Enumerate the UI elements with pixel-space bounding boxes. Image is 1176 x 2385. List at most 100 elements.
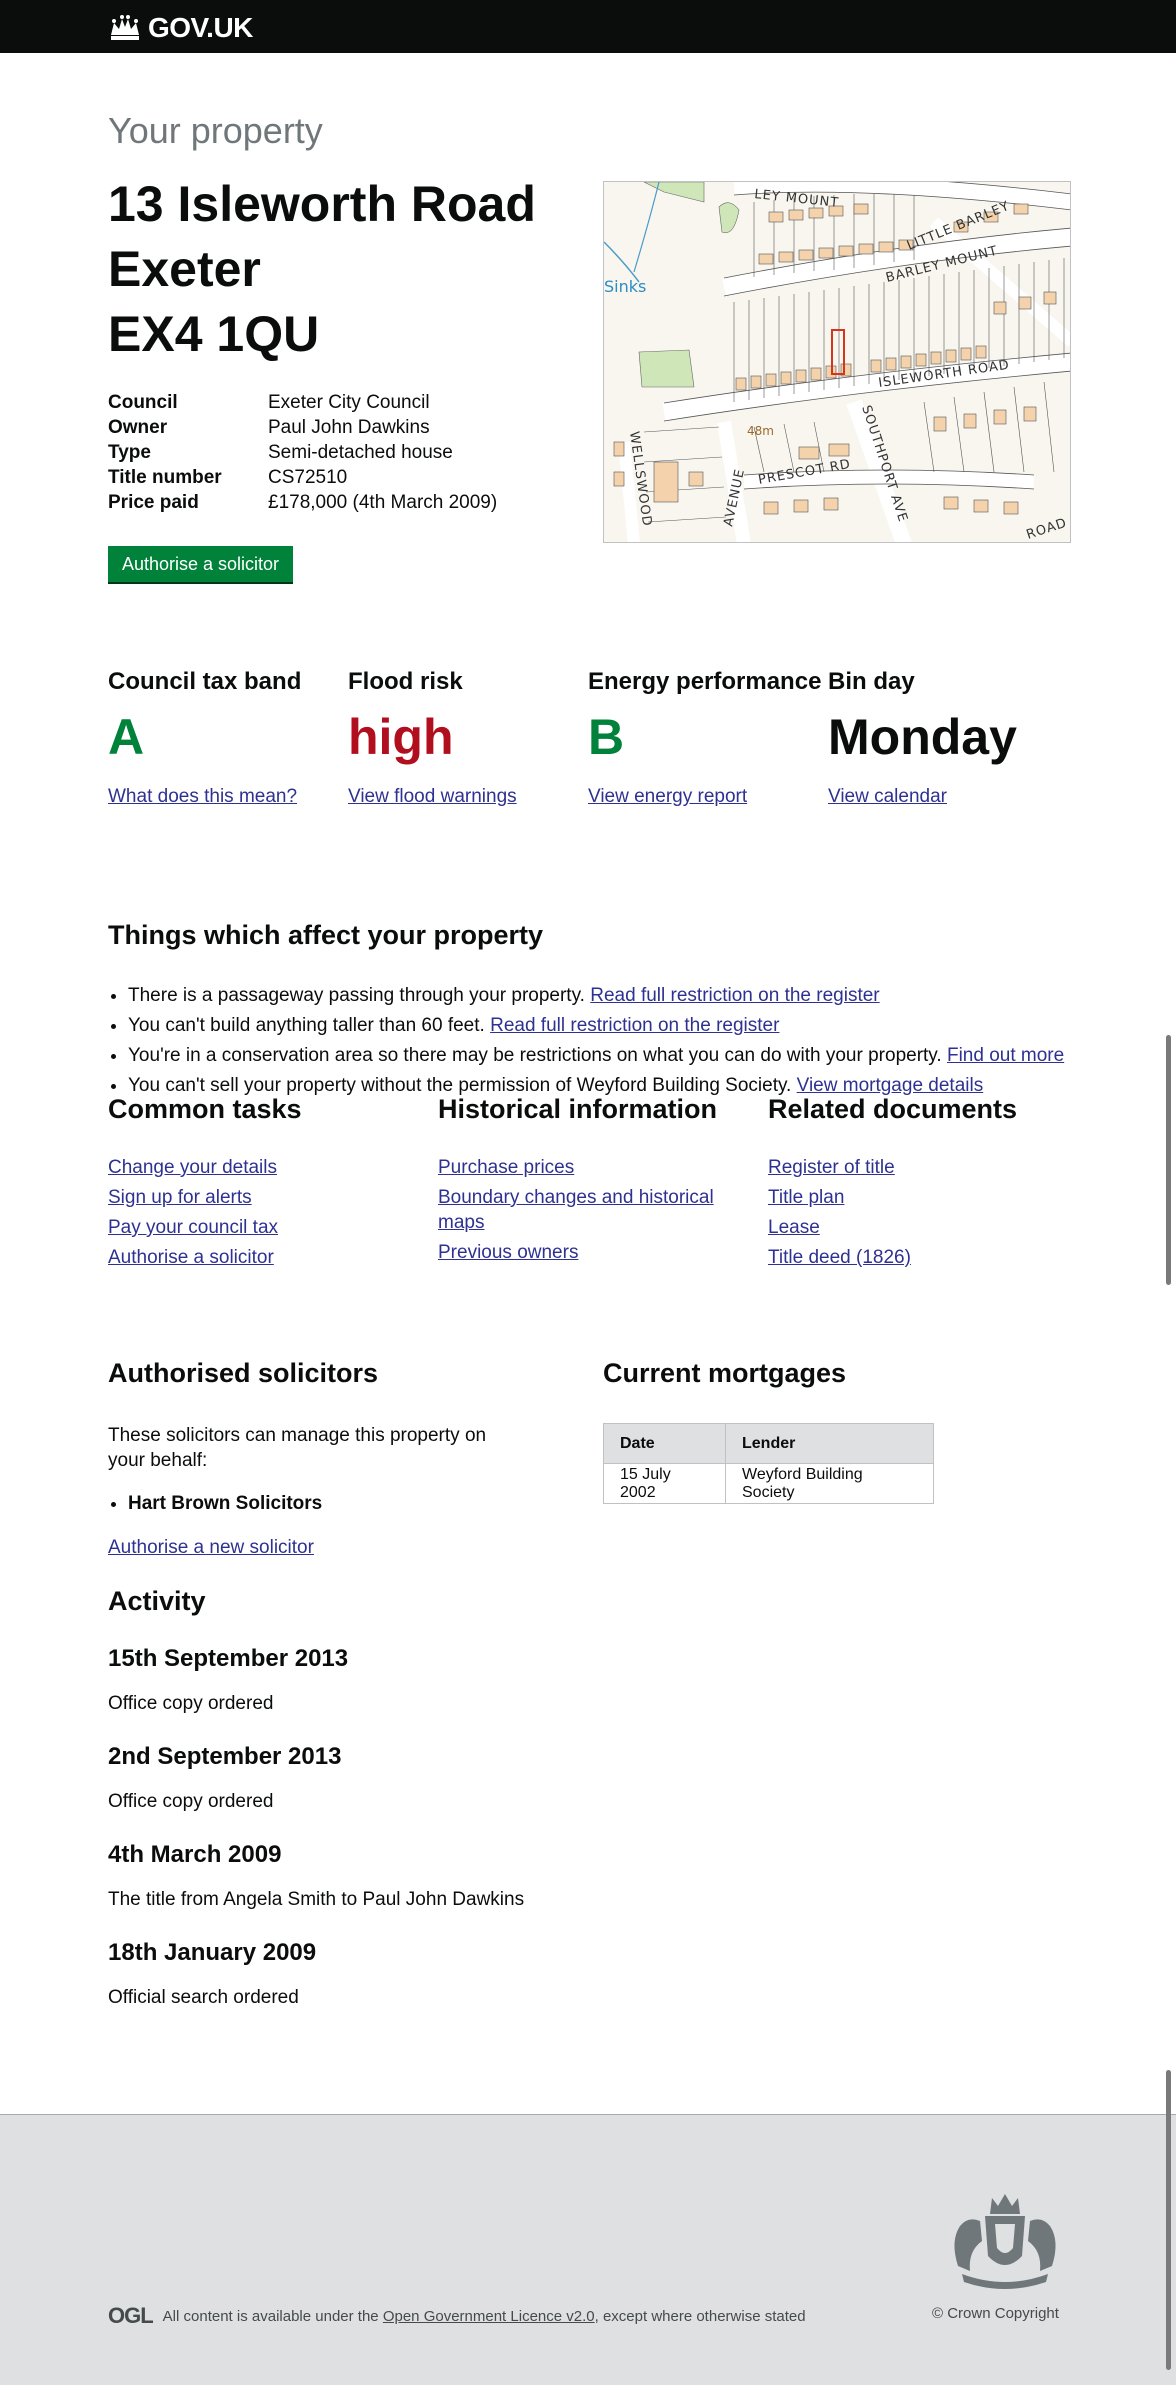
restriction-text: You can't sell your property without the… [128,1075,792,1096]
current-mortgages: Current mortgages Date Lender 15 July 20… [603,1358,934,1504]
activity-event: 18th January 2009 Official search ordere… [108,1939,708,2009]
fact-value: Monday [828,709,1017,765]
site-header: GOV.UK [0,0,1176,53]
event-text: Office copy ordered [108,1791,274,1812]
event-date: 15th September 2013 [108,1645,349,1672]
document-link[interactable]: Title deed (1826) [768,1247,911,1268]
address-line: 13 Isleworth Road [108,176,536,232]
summary-value: Exeter City Council [268,392,430,413]
task-link[interactable]: Authorise a solicitor [108,1247,274,1268]
energy-report-link[interactable]: View energy report [588,786,828,808]
summary-value: Paul John Dawkins [268,417,430,438]
fact-heading: Council tax band [108,668,302,695]
address-line: Exeter [108,241,261,297]
logo-text: GOV.UK [148,12,253,43]
event-text: Office copy ordered [108,1693,274,1714]
activity-event: 15th September 2013 Office copy ordered [108,1645,708,1715]
address-line: EX4 1QU [108,306,320,362]
task-link[interactable]: Sign up for alerts [108,1187,252,1208]
event-date: 18th January 2009 [108,1939,317,1966]
property-address: 13 Isleworth Road Exeter EX4 1QU [108,172,536,367]
section-heading: Common tasks [108,1094,302,1124]
mortgages-table: Date Lender 15 July 2002 Weyford Buildin… [603,1423,934,1504]
document-link[interactable]: Register of title [768,1157,895,1178]
section-heading: Related documents [768,1094,1018,1124]
task-link[interactable]: Change your details [108,1157,277,1178]
activity-event: 4th March 2009 The title from Angela Smi… [108,1841,708,1911]
fact-value: B [588,709,625,765]
list-item: Lease [768,1215,1068,1240]
summary-label: Council [108,392,178,413]
list-item: Boundary changes and historical maps [438,1185,738,1235]
fact-heading: Flood risk [348,668,463,695]
common-tasks: Common tasks Change your details Sign up… [108,1094,408,1275]
scrollbar-thumb-footer[interactable] [1166,2070,1171,2370]
flood-warnings-link[interactable]: View flood warnings [348,786,588,808]
column-header: Date [603,1423,726,1464]
link-list: Purchase prices Boundary changes and his… [438,1155,738,1265]
scrollbar-thumb[interactable] [1166,1035,1171,1285]
summary-label: Price paid [108,492,199,513]
list-item: Sign up for alerts [108,1185,408,1210]
fact-bin-day: Bin day Monday View calendar [828,668,1068,808]
restriction-link[interactable]: Find out more [947,1045,1064,1066]
list-item: Hart Brown Solicitors [128,1493,528,1515]
map-label: Sinks [604,277,646,296]
summary-row: Type Semi-detached house [108,440,497,465]
affects-section: Things which affect your property There … [108,920,1108,1101]
crown-copyright: © Crown Copyright [932,2305,1059,2322]
list-item: Pay your council tax [108,1215,408,1240]
link-list: Change your details Sign up for alerts P… [108,1155,408,1270]
calendar-link[interactable]: View calendar [828,786,1068,808]
property-summary: Council Exeter City Council Owner Paul Joh… [108,390,497,515]
restriction-link[interactable]: Read full restriction on the register [490,1015,779,1036]
historical-information: Historical information Purchase prices B… [438,1094,738,1270]
history-link[interactable]: Boundary changes and historical maps [438,1187,714,1233]
restriction-text: You're in a conservation area so there m… [128,1045,942,1066]
section-heading: Activity [108,1586,206,1616]
table-header-row: Date Lender [603,1423,934,1464]
restriction-link[interactable]: View mortgage details [797,1075,984,1096]
table-row: 15 July 2002 Weyford Building Society [603,1463,934,1504]
map-label: 48m [747,424,774,438]
fact-council-tax: Council tax band A What does this mean? [108,668,348,808]
fact-value: A [108,709,145,765]
task-link[interactable]: Pay your council tax [108,1217,278,1238]
licence-suffix: , except where otherwise stated [594,2307,806,2325]
column-header: Lender [725,1423,934,1464]
section-heading: Authorised solicitors [108,1358,379,1388]
event-date: 2nd September 2013 [108,1743,342,1770]
history-link[interactable]: Purchase prices [438,1157,574,1178]
history-link[interactable]: Previous owners [438,1242,578,1263]
document-link[interactable]: Lease [768,1217,820,1238]
licence-notice: OGL All content is available under the O… [108,2303,806,2329]
summary-label: Title number [108,467,222,488]
solicitors-list: Hart Brown Solicitors [128,1493,528,1515]
royal-coat-of-arms-icon [954,2194,1056,2289]
crown-icon [111,15,139,40]
property-map[interactable]: LEY MOUNT LITTLE BARLEY BARLEY MOUNT Sin… [603,181,1071,543]
restriction-text: There is a passageway passing through yo… [128,985,585,1006]
summary-value: CS72510 [268,467,348,488]
list-item: You can't build anything taller than 60 … [128,1011,1108,1041]
fact-energy: Energy performance B View energy report [588,668,828,808]
restriction-text: You can't build anything taller than 60 … [128,1015,485,1036]
activity-section: Activity 15th September 2013 Office copy… [108,1586,708,2009]
section-heading: Historical information [438,1094,718,1124]
summary-row: Price paid £178,000 (4th March 2009) [108,490,497,515]
document-link[interactable]: Title plan [768,1187,844,1208]
fact-flood-risk: Flood risk high View flood warnings [348,668,588,808]
council-tax-link[interactable]: What does this mean? [108,786,348,808]
summary-label: Owner [108,417,168,438]
govuk-logo-link[interactable]: GOV.UK [108,12,253,44]
authorise-new-solicitor-link[interactable]: Authorise a new solicitor [108,1537,528,1559]
fact-value: high [348,709,454,765]
authorise-solicitor-button[interactable]: Authorise a solicitor [108,546,293,582]
summary-row: Council Exeter City Council [108,390,497,415]
event-text: The title from Angela Smith to Paul John… [108,1889,525,1910]
restriction-link[interactable]: Read full restriction on the register [590,985,879,1006]
related-documents: Related documents Register of title Titl… [768,1094,1068,1275]
list-item: Authorise a solicitor [108,1245,408,1270]
open-government-licence-link[interactable]: Open Government Licence v2.0 [383,2308,595,2325]
table-cell: 15 July 2002 [603,1463,726,1504]
